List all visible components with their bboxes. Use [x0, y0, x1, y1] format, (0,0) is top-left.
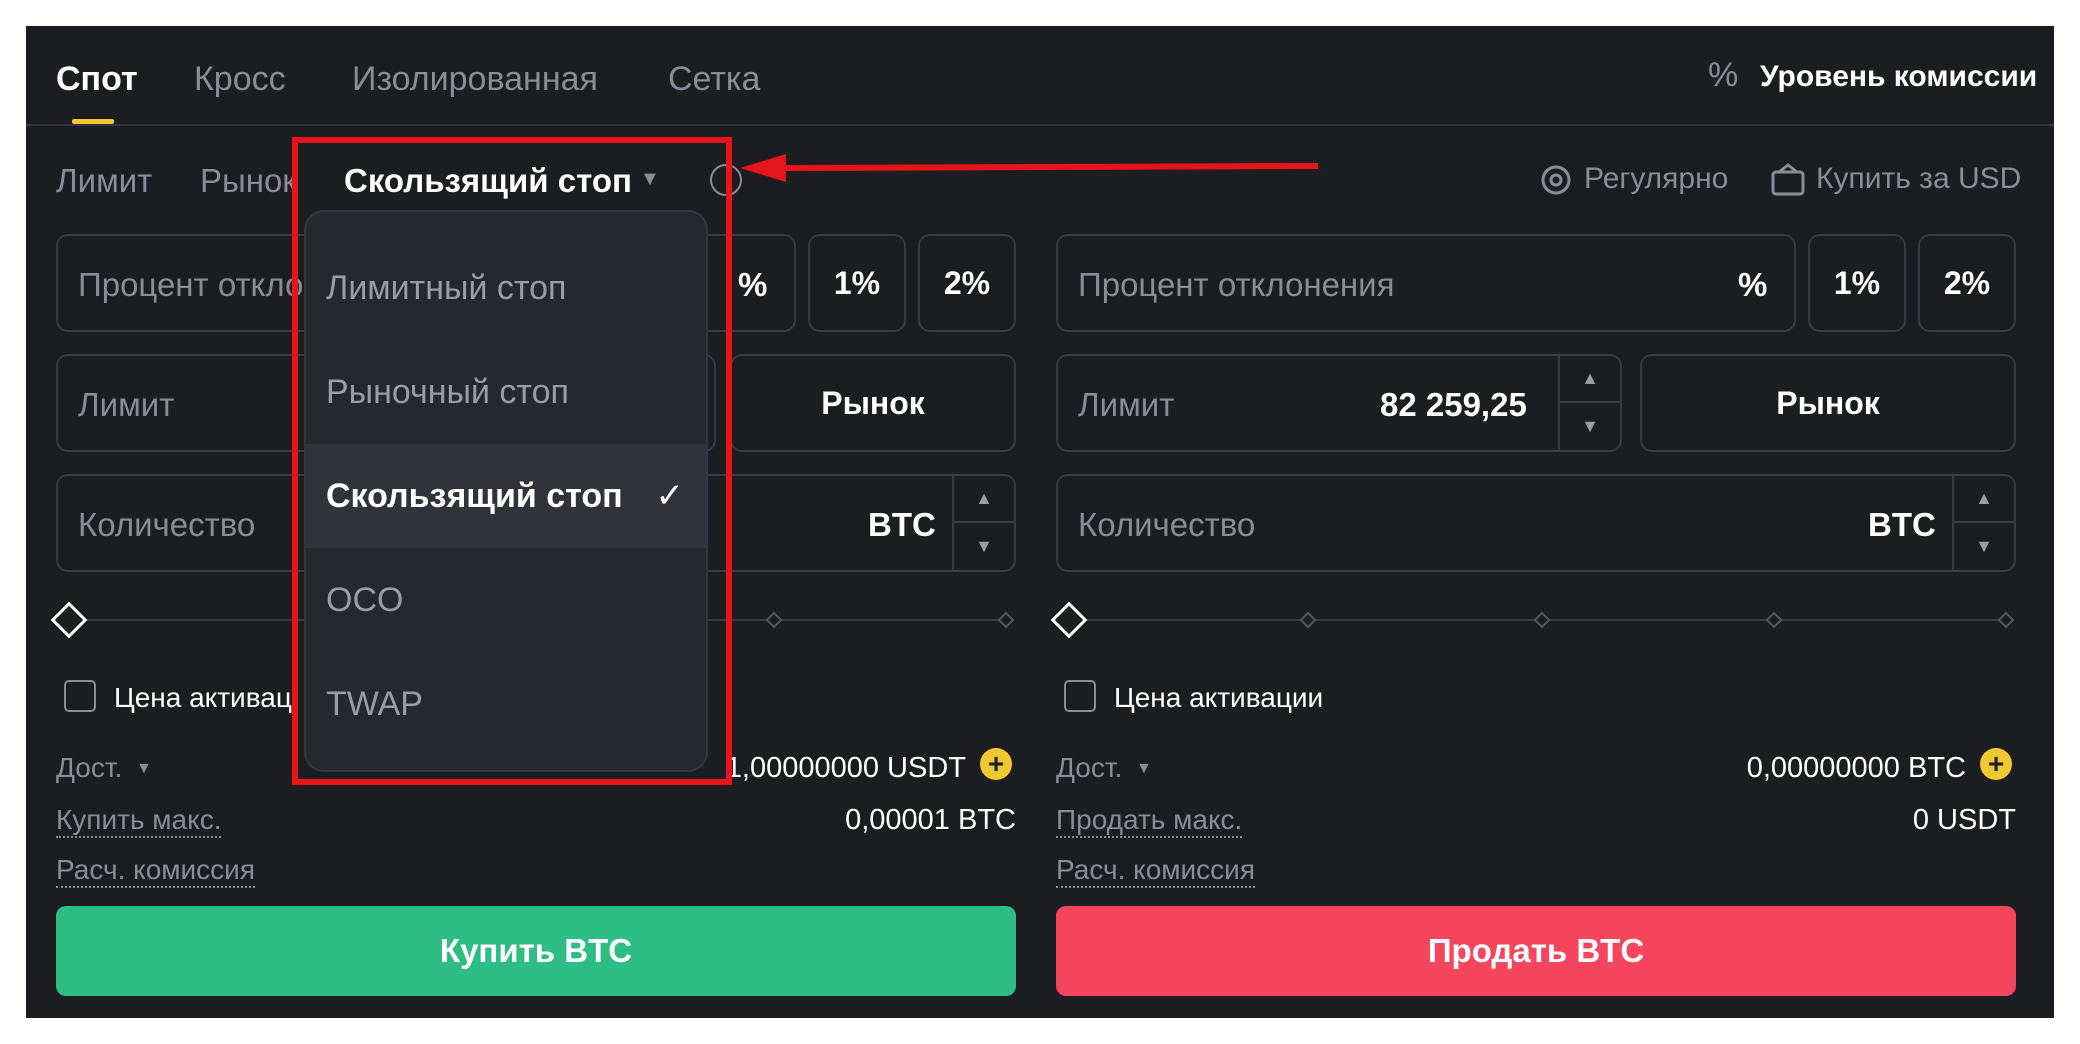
sell-available-value: 0,00000000 BTC	[1746, 752, 1966, 784]
tab-grid[interactable]: Сетка	[668, 60, 760, 99]
tab-spot[interactable]: Спот	[56, 60, 138, 99]
wallet-icon	[1771, 163, 1805, 196]
recurring-link[interactable]: Регулярно	[1584, 162, 1728, 196]
sell-market-button[interactable]: Рынок	[1640, 354, 2016, 452]
chevron-down-icon[interactable]: ▼	[136, 760, 152, 778]
sell-deviation-placeholder: Процент отклонения	[1078, 266, 1395, 303]
sell-quantity-unit: BTC	[1868, 506, 1936, 543]
sell-max-label: Продать макс.	[1056, 804, 1243, 838]
sell-activation-checkbox[interactable]	[1064, 680, 1096, 712]
sell-quantity-placeholder: Количество	[1078, 506, 1256, 543]
stepper-up-icon[interactable]: ▲	[1560, 356, 1620, 403]
buy-with-usd-link[interactable]: Купить за USD	[1816, 162, 2021, 196]
stepper-up-icon[interactable]: ▲	[954, 476, 1014, 523]
sell-quantity-stepper[interactable]: ▲ ▼	[1952, 476, 2014, 570]
sell-fee-label: Расч. комиссия	[1056, 854, 1255, 888]
deposit-plus-icon[interactable]: +	[980, 748, 1012, 780]
deposit-plus-icon[interactable]: +	[1980, 748, 2012, 780]
buy-one-percent-button[interactable]: 1%	[808, 234, 906, 332]
annotation-highlight-box	[292, 137, 732, 785]
buy-quantity-placeholder: Количество	[78, 506, 256, 543]
tabs-divider	[26, 124, 2054, 126]
buy-fee-label: Расч. комиссия	[56, 854, 255, 888]
tab-isolated[interactable]: Изолированная	[352, 60, 598, 99]
stepper-up-icon[interactable]: ▲	[1954, 476, 2014, 523]
sell-limit-stepper[interactable]: ▲ ▼	[1558, 356, 1620, 450]
order-type-limit[interactable]: Лимит	[56, 162, 152, 200]
buy-max-value: 0,00001 BTC	[845, 804, 1016, 836]
tab-cross[interactable]: Кросс	[194, 60, 286, 99]
recurring-icon	[1541, 165, 1571, 195]
buy-available-label[interactable]: Дост.	[56, 752, 122, 784]
buy-activation-label: Цена активац	[114, 682, 292, 713]
buy-quantity-stepper[interactable]: ▲ ▼	[952, 476, 1014, 570]
buy-deviation-placeholder: Процент откло	[78, 266, 304, 303]
buy-two-percent-button[interactable]: 2%	[918, 234, 1016, 332]
buy-available-value: 1,00000000 USDT	[725, 752, 966, 784]
sell-available-label[interactable]: Дост.	[1056, 752, 1122, 784]
sell-button[interactable]: Продать BTC	[1056, 906, 2016, 996]
sell-limit-value: 82 259,25	[1380, 386, 1527, 423]
buy-limit-placeholder: Лимит	[78, 386, 175, 423]
buy-market-button[interactable]: Рынок	[730, 354, 1016, 452]
sell-activation-label: Цена активации	[1114, 682, 1324, 713]
buy-percent-unit: %	[738, 266, 768, 303]
buy-button[interactable]: Купить BTC	[56, 906, 1016, 996]
sell-max-value: 0 USDT	[1912, 804, 2016, 836]
sell-limit-placeholder: Лимит	[1078, 386, 1175, 423]
buy-activation-checkbox[interactable]	[64, 680, 96, 712]
fee-level-link[interactable]: Уровень комиссии	[1760, 60, 2037, 94]
percent-icon: %	[1708, 56, 1739, 94]
stepper-down-icon[interactable]: ▼	[1954, 523, 2014, 570]
buy-quantity-unit: BTC	[868, 506, 936, 543]
stepper-down-icon[interactable]: ▼	[954, 523, 1014, 570]
annotation-arrow	[740, 154, 1319, 182]
sell-one-percent-button[interactable]: 1%	[1808, 234, 1906, 332]
chevron-down-icon[interactable]: ▼	[1136, 760, 1152, 778]
order-type-market[interactable]: Рынок	[200, 162, 297, 200]
buy-max-label: Купить макс.	[56, 804, 222, 838]
sell-percent-unit: %	[1738, 266, 1768, 303]
sell-two-percent-button[interactable]: 2%	[1918, 234, 2016, 332]
stepper-down-icon[interactable]: ▼	[1560, 403, 1620, 450]
